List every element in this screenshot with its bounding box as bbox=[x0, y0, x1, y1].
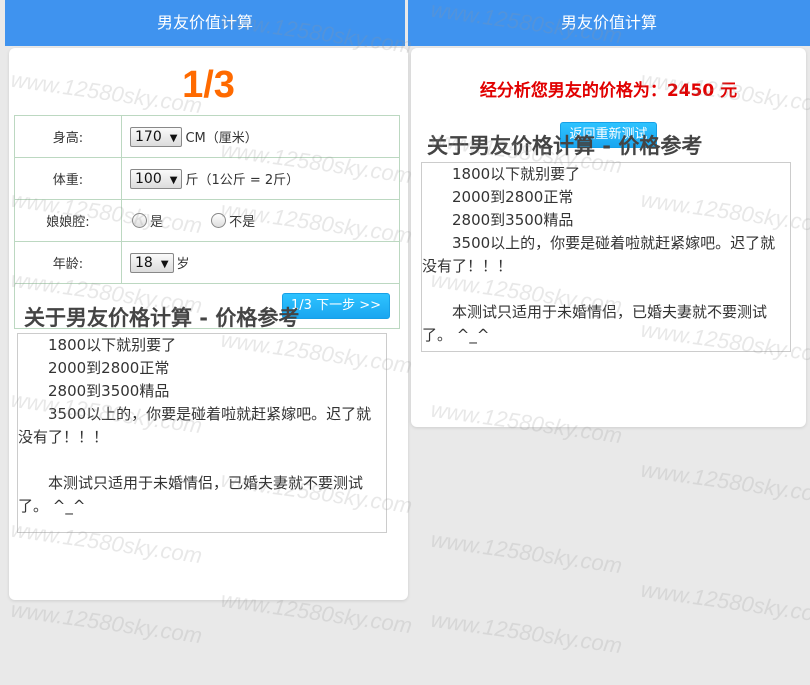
reference-line: 1800以下就别要了 bbox=[48, 336, 177, 354]
reference-line: 3500以上的，你要是碰着啦就赶紧嫁吧。迟了就没有了！！！ bbox=[18, 405, 372, 446]
reference-heading: 关于男友价格计算 - 价格参考 bbox=[427, 134, 703, 158]
weight-unit: 斤（1公斤 = 2斤） bbox=[185, 173, 300, 188]
sissy-row: 娘娘腔: 是 不是 bbox=[14, 199, 400, 242]
result-text: 经分析您男友的价格为：2450 元 bbox=[479, 81, 738, 101]
reference-box: 1800以下就别要了 2000到2800正常 2800到3500精品 3500以… bbox=[421, 162, 791, 352]
dropdown-arrow-icon: ▼ bbox=[169, 132, 178, 144]
reference-line: 2800到3500精品 bbox=[48, 382, 170, 400]
step-indicator: 1/3 bbox=[182, 64, 235, 106]
header-title: 男友价值计算 bbox=[408, 0, 810, 46]
radio-no[interactable]: 不是 bbox=[211, 211, 255, 230]
reference-note: 本测试只适用于未婚情侣，已婚夫妻就不要测试了。 ^_^ bbox=[18, 474, 364, 515]
age-select[interactable]: 18 ▼ bbox=[130, 252, 174, 273]
reference-note: 本测试只适用于未婚情侣，已婚夫妻就不要测试了。 ^_^ bbox=[422, 303, 768, 344]
weight-row: 体重: 100 ▼ 斤（1公斤 = 2斤） bbox=[14, 157, 400, 200]
height-select[interactable]: 170 ▼ bbox=[130, 126, 183, 147]
right-screen: 男友价值计算 经分析您男友的价格为：2450 元 返回重新测试 关于男友价格计算… bbox=[408, 0, 810, 685]
reference-line: 2000到2800正常 bbox=[48, 359, 170, 377]
reference-box: 1800以下就别要了 2000到2800正常 2800到3500精品 3500以… bbox=[17, 333, 387, 533]
input-form: 身高: 170 ▼ CM（厘米） 体重: 100 ▼ 斤（1公斤 = 2斤） 娘娘腔: … bbox=[14, 115, 400, 329]
weight-select[interactable]: 100 ▼ bbox=[130, 168, 183, 189]
height-row: 身高: 170 ▼ CM（厘米） bbox=[14, 115, 400, 158]
reference-heading: 关于男友价格计算 - 价格参考 bbox=[24, 306, 300, 330]
reference-line: 2000到2800正常 bbox=[452, 188, 574, 206]
weight-label: 体重: bbox=[14, 157, 122, 200]
header-title: 男友价值计算 bbox=[5, 0, 405, 46]
radio-yes[interactable]: 是 bbox=[132, 211, 163, 230]
dropdown-arrow-icon: ▼ bbox=[169, 174, 178, 186]
height-label: 身高: bbox=[14, 115, 122, 158]
sissy-label: 娘娘腔: bbox=[14, 199, 122, 242]
reference-line: 3500以上的，你要是碰着啦就赶紧嫁吧。迟了就没有了！！！ bbox=[422, 234, 776, 275]
height-unit: CM（厘米） bbox=[185, 131, 258, 146]
age-label: 年龄: bbox=[14, 241, 122, 284]
age-unit: 岁 bbox=[176, 257, 190, 272]
radio-circle-icon[interactable] bbox=[132, 213, 147, 228]
radio-circle-icon[interactable] bbox=[211, 213, 227, 228]
reference-line: 2800到3500精品 bbox=[452, 211, 574, 229]
left-screen: 男友价值计算 1/3 身高: 170 ▼ CM（厘米） 体重: 100 ▼ 斤（1公斤 … bbox=[5, 0, 408, 685]
dropdown-arrow-icon: ▼ bbox=[160, 258, 169, 270]
reference-line: 1800以下就别要了 bbox=[452, 165, 581, 183]
age-row: 年龄: 18 ▼ 岁 bbox=[14, 241, 400, 284]
